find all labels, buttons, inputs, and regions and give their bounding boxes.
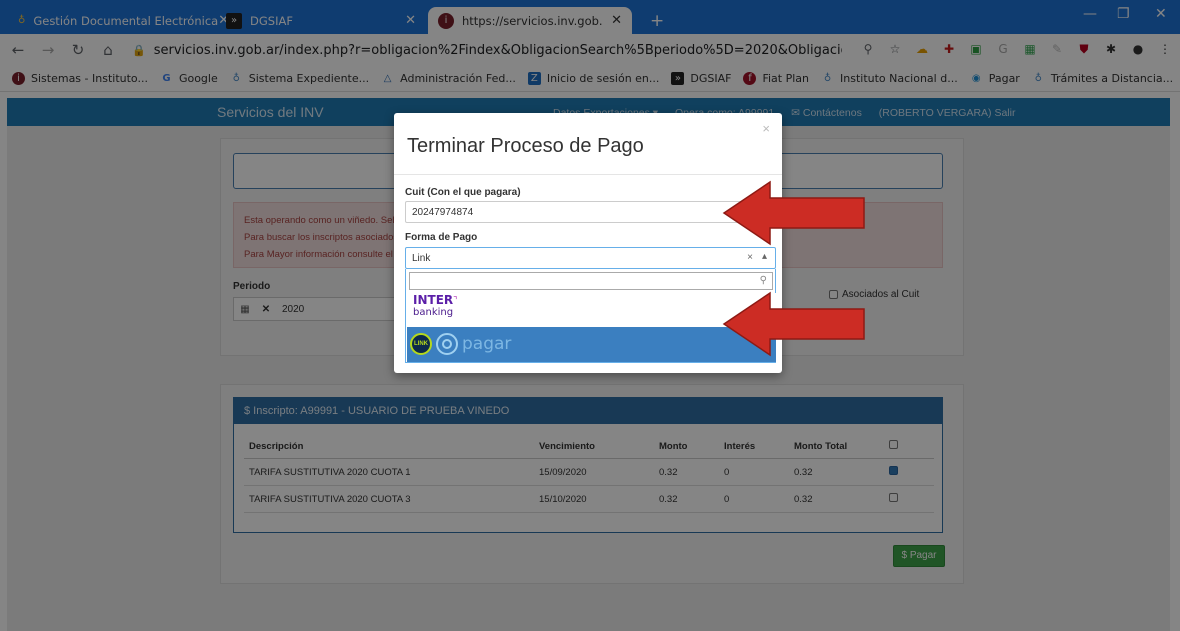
interbanking-logo-top: INTER xyxy=(413,293,454,307)
pagar-logo-text: pagar xyxy=(462,334,512,354)
red-arrow-annotation-icon xyxy=(722,291,865,357)
clear-icon[interactable]: × xyxy=(747,252,753,263)
link-logo-icon: LINK xyxy=(410,333,432,355)
cuit-input[interactable]: 20247974874 xyxy=(405,201,771,223)
red-arrow-annotation-icon xyxy=(722,180,865,246)
pagar-ring-icon xyxy=(436,333,458,355)
modal-divider xyxy=(394,174,782,175)
search-icon: ⚲ xyxy=(759,275,767,286)
close-icon[interactable]: × xyxy=(762,121,770,136)
modal-title: Terminar Proceso de Pago xyxy=(407,135,644,157)
interbanking-logo-bottom: banking xyxy=(413,307,454,318)
forma-pago-label: Forma de Pago xyxy=(405,232,478,243)
dropdown-search-input[interactable]: ⚲ xyxy=(409,272,773,290)
caret-up-icon[interactable]: ▴ xyxy=(762,251,767,262)
cuit-label: Cuit (Con el que pagara) xyxy=(405,187,521,198)
forma-pago-select[interactable]: Link × ▴ xyxy=(405,247,776,269)
interbanking-logo: INTER⌝ banking xyxy=(413,293,458,318)
forma-pago-value: Link xyxy=(412,253,431,264)
